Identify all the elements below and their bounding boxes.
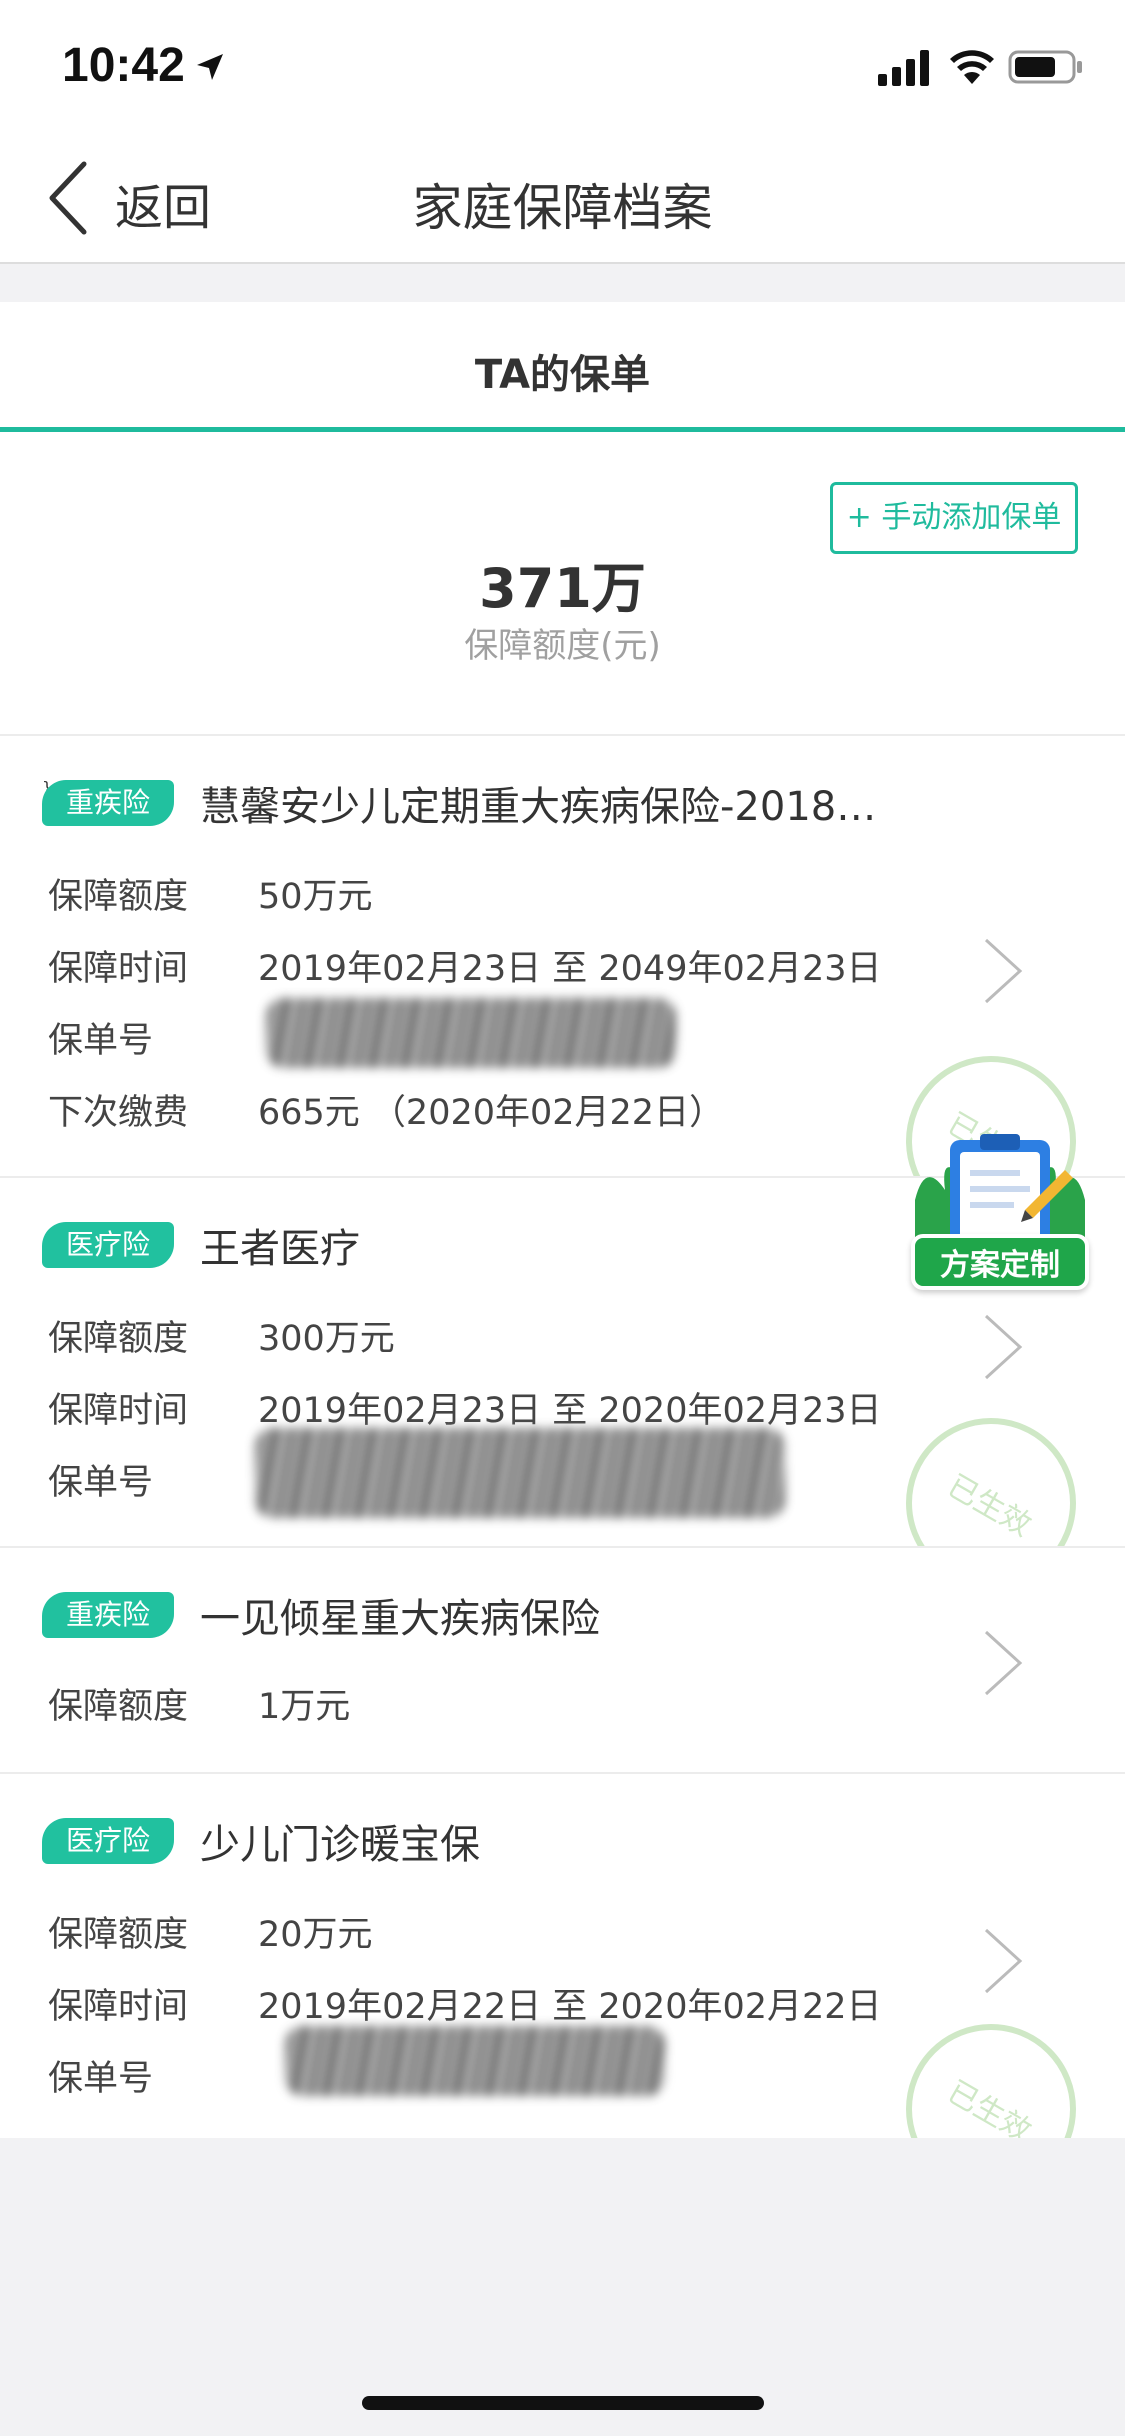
policy-name: 少儿门诊暖宝保	[200, 1822, 480, 1868]
tab-ta-policies[interactable]: TA的保单	[0, 342, 1125, 400]
bottom-area	[0, 2138, 1125, 2436]
redacted-policy-number	[255, 1428, 785, 1518]
battery-icon	[1008, 50, 1082, 84]
coverage-value: 20万元	[258, 1915, 373, 1955]
plan-customize-badge[interactable]: 方案定制	[905, 1130, 1095, 1300]
status-bar: 10:42	[0, 0, 1125, 132]
coverage-label: 保障额度	[48, 877, 189, 917]
policy-number-label: 保单号	[48, 1021, 154, 1061]
total-coverage-label: 保障额度(元)	[464, 626, 661, 666]
coverage-summary: + 手动添加保单 371万 保障额度(元)	[0, 432, 1125, 734]
policy-number-label: 保单号	[48, 2059, 154, 2099]
chevron-right-icon[interactable]	[980, 936, 1026, 1006]
period-label: 保障时间	[48, 1391, 189, 1431]
next-payment-value: 665元 （2020年02月22日）	[258, 1093, 725, 1133]
coverage-value: 50万元	[258, 877, 373, 917]
policy-header: 重疾险 慧馨安少儿定期重大疾病保险-2018… }	[42, 778, 876, 830]
period-value: 2019年02月22日 至 2020年02月22日	[258, 1987, 882, 2027]
policy-name: 一见倾星重大疾病保险	[200, 1596, 600, 1642]
coverage-label: 保障额度	[48, 1319, 189, 1359]
policy-type-tag: 医疗险	[42, 1222, 174, 1268]
policy-name: 王者医疗	[200, 1226, 360, 1272]
policy-card[interactable]: 重疾险 一见倾星重大疾病保险 保障额度 1万元	[0, 1546, 1125, 1772]
location-arrow-icon	[197, 54, 223, 80]
policy-number-label: 保单号	[48, 1463, 154, 1503]
period-label: 保障时间	[48, 1987, 189, 2027]
period-label: 保障时间	[48, 949, 189, 989]
redacted-policy-number	[285, 2026, 665, 2096]
status-time: 10:42	[62, 39, 185, 92]
policy-list: 重疾险 慧馨安少儿定期重大疾病保险-2018… } 保障额度 50万元 保障时间…	[0, 734, 1125, 2138]
home-indicator	[362, 2396, 764, 2410]
tab-bar: TA的保单	[0, 302, 1125, 432]
coverage-label: 保障额度	[48, 1915, 189, 1955]
coverage-value: 300万元	[258, 1319, 395, 1359]
coverage-value: 1万元	[258, 1687, 351, 1727]
period-value: 2019年02月23日 至 2020年02月23日	[258, 1391, 882, 1431]
wifi-icon	[950, 50, 994, 84]
chevron-right-icon[interactable]	[980, 1628, 1026, 1698]
plan-customize-label: 方案定制	[911, 1234, 1089, 1290]
page-title: 家庭保障档案	[412, 179, 713, 237]
redacted-policy-number	[266, 998, 676, 1068]
policy-type-tag: 医疗险	[42, 1818, 174, 1864]
policy-type-tag: 重疾险	[42, 1592, 174, 1638]
total-coverage-amount: 371万	[479, 557, 646, 620]
chevron-right-icon[interactable]	[980, 1926, 1026, 1996]
next-payment-label: 下次缴费	[48, 1093, 189, 1133]
effective-stamp: 已生效	[906, 1418, 1076, 1546]
navigation-bar: 返回 家庭保障档案	[0, 132, 1125, 264]
policy-card[interactable]: 重疾险 慧馨安少儿定期重大疾病保险-2018… } 保障额度 50万元 保障时间…	[0, 734, 1125, 1176]
effective-stamp: 已生效	[906, 2024, 1076, 2138]
period-value: 2019年02月23日 至 2049年02月23日	[258, 949, 882, 989]
coverage-label: 保障额度	[48, 1687, 189, 1727]
cellular-signal-icon	[878, 50, 929, 86]
policy-card[interactable]: 医疗险 少儿门诊暖宝保 保障额度 20万元 保障时间 2019年02月22日 至…	[0, 1772, 1125, 2138]
chevron-right-icon[interactable]	[980, 1312, 1026, 1382]
clipboard-icon	[915, 1134, 1085, 1250]
policy-type-tag: 重疾险	[42, 780, 174, 826]
policy-name: 慧馨安少儿定期重大疾病保险-2018…	[200, 784, 877, 830]
